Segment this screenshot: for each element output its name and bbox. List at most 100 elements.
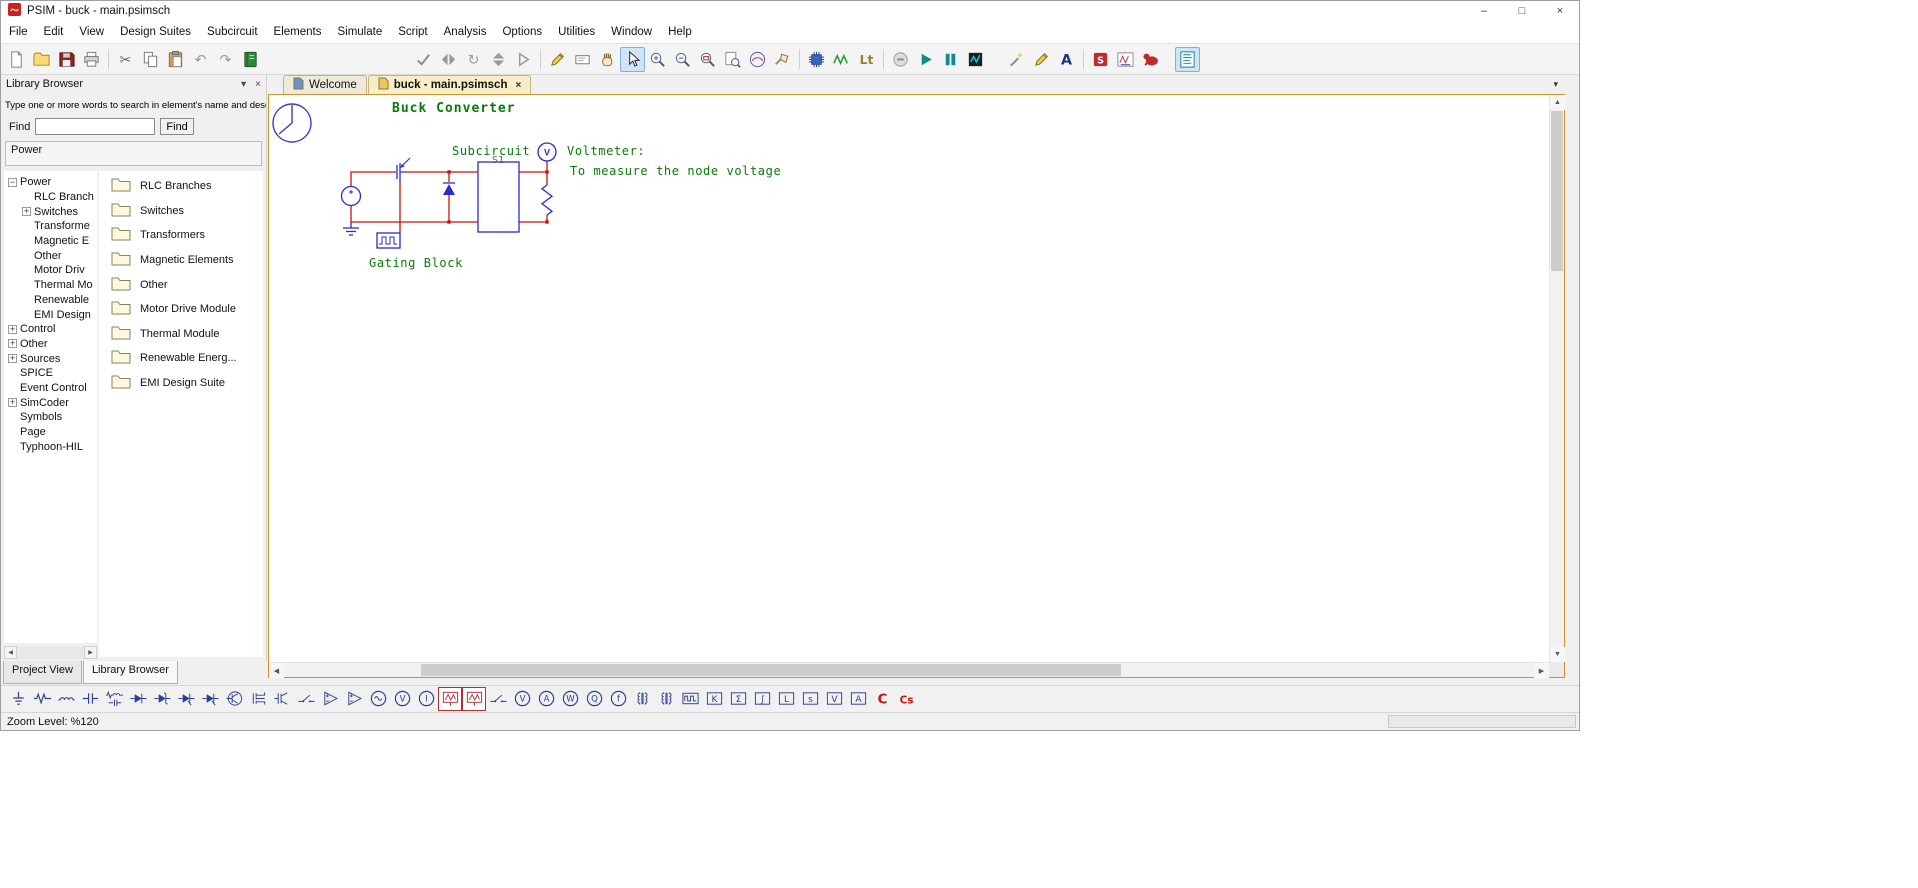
dc-voltage-source-icon[interactable]: V	[390, 687, 414, 711]
open-file-icon[interactable]	[29, 47, 54, 72]
maximize-button[interactable]: □	[1503, 1, 1541, 21]
simplified-c-block-icon[interactable]: Cs	[894, 687, 918, 711]
panel-menu-icon[interactable]: ▾	[241, 79, 246, 90]
wire-check-icon[interactable]	[411, 47, 436, 72]
scroll-up-icon[interactable]: ▲	[1550, 95, 1565, 110]
tree-item-transforme[interactable]: Transforme	[4, 219, 97, 234]
gating-label[interactable]: Gating Block	[369, 256, 463, 270]
scroll-left-icon[interactable]: ◀	[4, 646, 17, 659]
current-source-icon[interactable]: I	[414, 687, 438, 711]
canvas-vscrollbar[interactable]: ▲ ▼	[1549, 95, 1565, 662]
bidirectional-switch-icon[interactable]	[294, 687, 318, 711]
tree-item-other[interactable]: Other	[4, 248, 97, 263]
integrator-block-icon[interactable]: ∫	[750, 687, 774, 711]
limiter-block-icon[interactable]: L	[774, 687, 798, 711]
ac-voltage-source-icon[interactable]	[366, 687, 390, 711]
gating-block-icon[interactable]	[678, 687, 702, 711]
wattmeter-icon[interactable]: W	[558, 687, 582, 711]
transformer-icon[interactable]	[630, 687, 654, 711]
freewheeling-diode[interactable]	[443, 182, 455, 195]
tree-item-page[interactable]: Page	[4, 425, 97, 440]
tree-item-rlc-branch[interactable]: RLC Branch	[4, 190, 97, 205]
rotate-icon[interactable]: ↻	[461, 47, 486, 72]
zener-diode-icon[interactable]	[150, 687, 174, 711]
tab-list-dropdown-icon[interactable]: ▾	[1553, 79, 1558, 90]
tab-buck-main-psimsch[interactable]: buck - main.psimsch ×	[367, 75, 532, 94]
folder-item-renewable-energ[interactable]: Renewable Energ...	[99, 346, 263, 371]
minimize-button[interactable]: –	[1465, 1, 1503, 21]
folder-item-switches[interactable]: Switches	[99, 199, 263, 224]
runtime-graph-icon[interactable]	[963, 47, 988, 72]
zoom-window-icon[interactable]	[695, 47, 720, 72]
tree-scrollbar[interactable]: ◀ ▶	[4, 646, 97, 659]
flip-vertical-icon[interactable]	[486, 47, 511, 72]
hscroll-thumb[interactable]	[421, 664, 1121, 676]
text-tool-icon[interactable]: A	[1054, 47, 1079, 72]
wizard-icon[interactable]	[1004, 47, 1029, 72]
expand-icon[interactable]: +	[8, 398, 17, 408]
save-file-icon[interactable]	[54, 47, 79, 72]
script-view-icon[interactable]	[1175, 46, 1200, 72]
folder-item-magnetic-elements[interactable]: Magnetic Elements	[99, 248, 263, 273]
expand-icon[interactable]: +	[8, 324, 17, 334]
ground-icon[interactable]	[6, 687, 30, 711]
current-sensor-icon[interactable]: A	[846, 687, 870, 711]
scroll-left-icon[interactable]: ◀	[269, 663, 284, 678]
schematic-canvas[interactable]: Buck Converter V Subcircuit S1 Voltmeter…	[269, 95, 1549, 662]
tree-item-magnetic-e[interactable]: Magnetic E	[4, 234, 97, 249]
subcircuit-block[interactable]	[477, 161, 520, 233]
voltmeter-heading[interactable]: Voltmeter:	[567, 144, 645, 158]
load-resistor[interactable]	[540, 184, 554, 216]
c-block-icon[interactable]: C	[870, 687, 894, 711]
three-phase-transformer-icon[interactable]	[654, 687, 678, 711]
resistor-icon[interactable]	[30, 687, 54, 711]
mirror-icon[interactable]	[436, 47, 461, 72]
tree-item-spice[interactable]: SPICE	[4, 366, 97, 381]
menu-window[interactable]: Window	[603, 23, 660, 41]
tab-close-icon[interactable]: ×	[515, 80, 521, 91]
tree-item-simcoder[interactable]: + SimCoder	[4, 395, 97, 410]
canvas-hscrollbar[interactable]: ◀ ▶	[269, 662, 1549, 678]
edit-schematic-icon[interactable]	[1029, 47, 1054, 72]
voltmeter-note[interactable]: To measure the node voltage	[570, 164, 781, 178]
find-button[interactable]: Find	[160, 118, 194, 135]
folder-item-motor-drive-module[interactable]: Motor Drive Module	[99, 297, 263, 322]
run-simulation-icon[interactable]	[829, 47, 854, 72]
menu-edit[interactable]: Edit	[36, 23, 72, 41]
zoom-in-icon[interactable]	[645, 47, 670, 72]
current-probe-icon[interactable]	[462, 686, 486, 711]
tree-item-motor-driv[interactable]: Motor Driv	[4, 263, 97, 278]
menu-design-suites[interactable]: Design Suites	[112, 23, 199, 41]
folder-item-other[interactable]: Other	[99, 272, 263, 297]
pan-icon[interactable]	[595, 47, 620, 72]
menu-view[interactable]: View	[71, 23, 112, 41]
menu-simulate[interactable]: Simulate	[329, 23, 390, 41]
library-icon[interactable]	[238, 47, 263, 72]
scroll-right-icon[interactable]: ▶	[84, 646, 97, 659]
close-button[interactable]: ×	[1541, 1, 1579, 21]
panel-tab-library-browser[interactable]: Library Browser	[82, 661, 178, 684]
tree-item-switches[interactable]: + Switches	[4, 204, 97, 219]
scroll-right-icon[interactable]: ▶	[1534, 663, 1549, 678]
motor-drive-icon[interactable]	[1138, 47, 1163, 72]
select-icon[interactable]	[620, 46, 645, 72]
redo-icon[interactable]: ↷	[213, 47, 238, 72]
folder-item-transformers[interactable]: Transformers	[99, 223, 263, 248]
current-scope-icon[interactable]	[745, 47, 770, 72]
collapse-icon[interactable]: −	[8, 177, 17, 187]
schematic-title[interactable]: Buck Converter	[392, 101, 516, 116]
undo-icon[interactable]: ↶	[188, 47, 213, 72]
tree-item-power[interactable]: − Power	[4, 175, 97, 190]
menu-subcircuit[interactable]: Subcircuit	[199, 23, 266, 41]
find-input[interactable]	[35, 118, 156, 135]
tree-item-other[interactable]: + Other	[4, 337, 97, 352]
expand-icon[interactable]: +	[8, 354, 17, 364]
draw-wire-icon[interactable]	[545, 47, 570, 72]
voltage-probe-icon[interactable]	[438, 686, 462, 711]
print-icon[interactable]	[79, 47, 104, 72]
tab-welcome[interactable]: Welcome	[283, 75, 367, 94]
menu-script[interactable]: Script	[390, 23, 435, 41]
tree-item-thermal-mo[interactable]: Thermal Mo	[4, 278, 97, 293]
folder-item-rlc-branches[interactable]: RLC Branches	[99, 174, 263, 199]
folder-item-emi-design-suite[interactable]: EMI Design Suite	[99, 371, 263, 396]
